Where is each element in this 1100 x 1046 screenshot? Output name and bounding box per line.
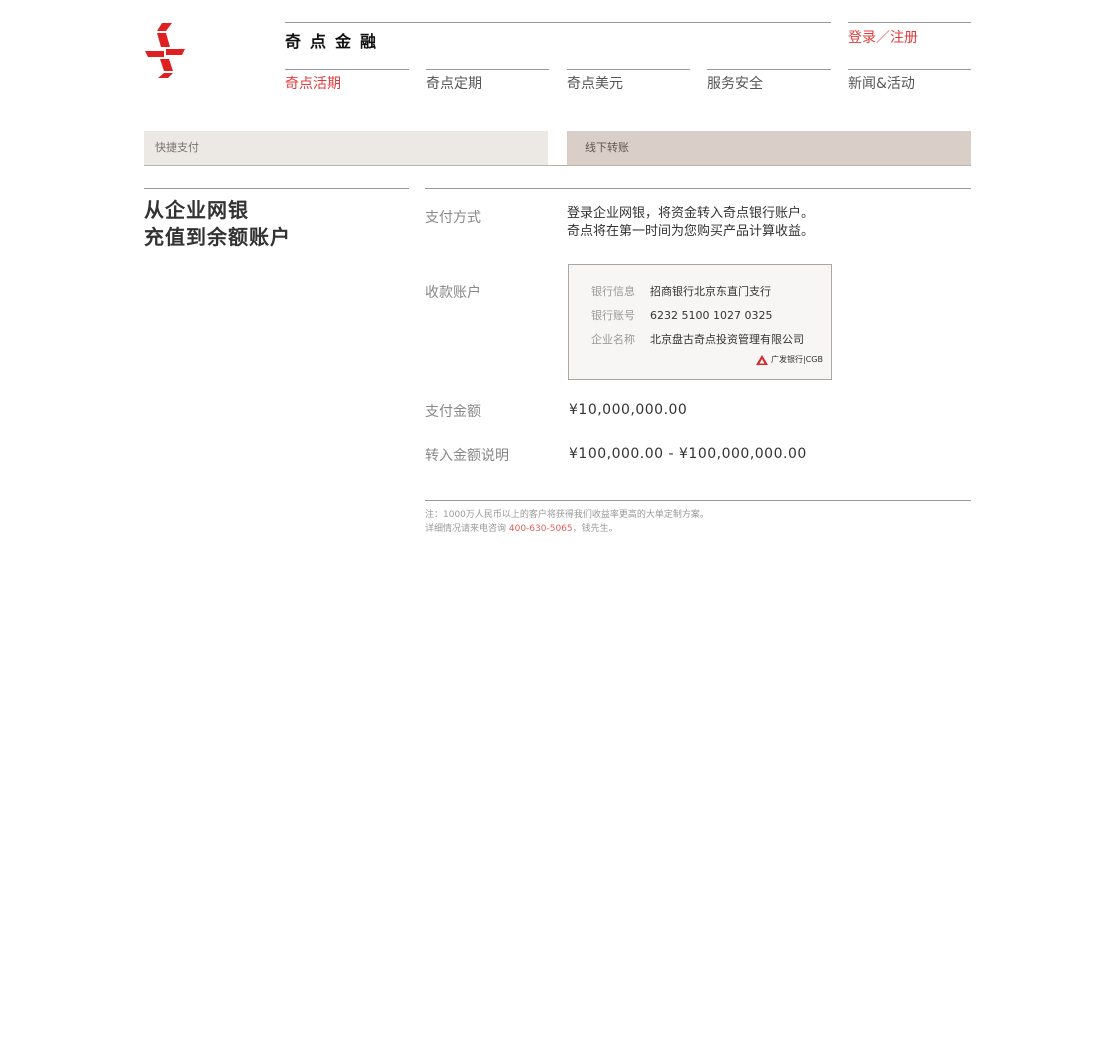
nav-divider [848,69,971,70]
login-register-link[interactable]: 登录／注册 [848,27,918,47]
section-title-line2: 充值到余额账户 [144,225,291,249]
section-divider [425,188,971,189]
nav-item-current[interactable]: 奇点活期 [285,73,341,93]
cgb-logo-text: 广发银行|CGB [771,355,823,364]
account-number-row: 银行账号 6232 5100 1027 0325 [591,307,772,323]
header-divider [848,22,971,23]
section-divider [144,188,409,189]
company-name-row: 企业名称 北京盘古奇点投资管理有限公司 [591,331,804,347]
company-name-key: 企业名称 [591,333,635,346]
company-name-value: 北京盘古奇点投资管理有限公司 [650,333,804,346]
nav-divider [426,69,549,70]
transfer-range-value: ¥100,000.00 - ¥100,000,000.00 [569,446,807,462]
nav-item-usd[interactable]: 奇点美元 [567,73,623,93]
nav-item-security[interactable]: 服务安全 [707,73,763,93]
bank-account-card: 银行信息 招商银行北京东直门支行 银行账号 6232 5100 1027 0325 … [568,264,832,380]
payment-method-line1: 登录企业网银，将资金转入奇点银行账户。 [567,206,815,221]
nav-divider [285,69,409,70]
note-line2-prefix: 详细情况请来电咨询 [425,524,509,534]
account-number-value[interactable]: 6232 5100 1027 0325 [650,309,772,322]
brand-name: 奇点金融 [285,32,386,51]
section-title: 从企业网银 充值到余额账户 [144,197,291,251]
nav-item-news[interactable]: 新闻&活动 [848,73,915,93]
header-divider [285,22,831,23]
contact-phone[interactable]: 400-630-5065 [509,524,573,534]
payment-amount-value: ¥10,000,000.00 [569,402,688,418]
nav-divider [567,69,690,70]
nav-divider [707,69,831,70]
cgb-bank-logo: 广发银行|CGB [756,354,823,365]
payment-method-label: 支付方式 [425,210,481,226]
tab-offline-transfer[interactable]: 线下转账 [567,131,971,165]
transfer-range-label: 转入金额说明 [425,448,509,464]
section-title-line1: 从企业网银 [144,198,249,222]
payment-amount-label: 支付金额 [425,404,481,420]
receiving-account-label: 收款账户 [425,285,481,301]
note-line2-suffix: ，钱先生。 [572,524,618,534]
payment-method-line2: 奇点将在第一时间为您购买产品计算收益。 [567,224,815,239]
note-line1: 注：1000万人民币以上的客户将获得我们收益率更高的大单定制方案。 [425,510,709,520]
note-divider [425,500,971,501]
tab-quick-pay[interactable]: 快捷支付 [144,131,548,165]
account-number-key: 银行账号 [591,309,635,322]
payment-method-description: 登录企业网银，将资金转入奇点银行账户。 奇点将在第一时间为您购买产品计算收益。 [567,205,814,241]
bank-info-value: 招商银行北京东直门支行 [650,285,771,298]
logo-icon[interactable] [144,22,186,78]
bank-info-row: 银行信息 招商银行北京东直门支行 [591,283,771,299]
nav-item-fixed[interactable]: 奇点定期 [426,73,482,93]
tabs-divider [144,165,971,166]
bank-info-key: 银行信息 [591,285,635,298]
cgb-logo-icon [756,354,769,365]
note-line2: 详细情况请来电咨询 400-630-5065，钱先生。 [425,521,618,534]
page: 奇点金融 登录／注册 奇点活期 奇点定期 奇点美元 服务安全 新闻&活动 快捷支… [0,0,1100,1046]
